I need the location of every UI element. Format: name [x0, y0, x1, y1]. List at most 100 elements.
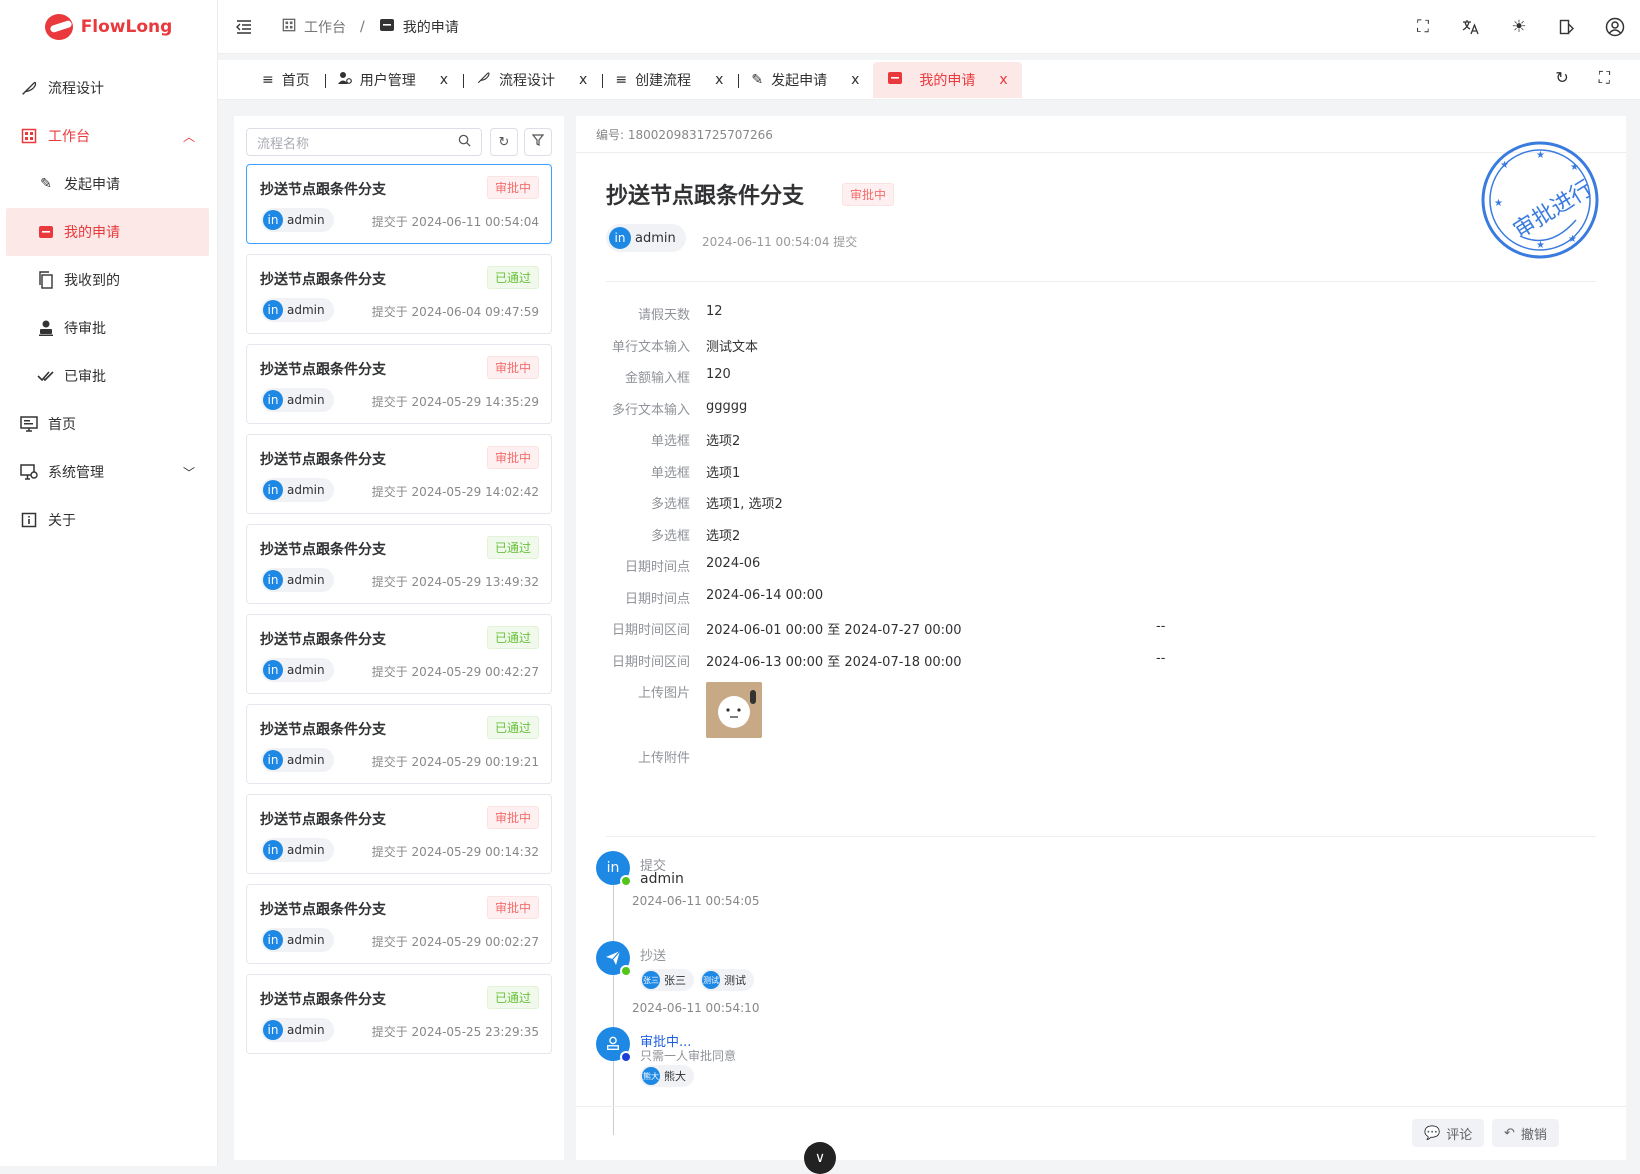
close-icon[interactable]: x: [579, 72, 587, 88]
fullscreen-icon[interactable]: ⛶: [1412, 16, 1434, 38]
breadcrumb-current: 我的申请: [402, 19, 459, 36]
close-icon[interactable]: x: [440, 72, 448, 88]
sidebar-item-my-apply[interactable]: 我的申请: [6, 208, 209, 256]
svg-text:★: ★: [1568, 234, 1577, 245]
user-name: admin: [287, 573, 325, 587]
avatar: in: [263, 570, 283, 590]
tab-create-flow[interactable]: ≡ 创建流程 x: [601, 62, 740, 98]
search-icon[interactable]: [458, 134, 471, 151]
collapse-menu-icon[interactable]: [234, 17, 254, 37]
clock-badge-icon: [620, 1051, 632, 1063]
avatar: in: [263, 300, 283, 320]
list-item-title: 抄送节点跟条件分支: [260, 182, 386, 198]
timeline-line: [613, 885, 614, 1135]
form-field-row: 日期时间点 2024-06-14 00:00: [606, 588, 1506, 621]
close-icon[interactable]: x: [715, 72, 723, 88]
submit-time: 提交于 2024-06-11 00:54:04: [371, 215, 539, 229]
list-item[interactable]: 抄送节点跟条件分支 审批中 in admin 提交于 2024-05-29 14:35:…: [246, 344, 552, 424]
refresh-icon[interactable]: ↻: [1555, 68, 1568, 88]
sidebar-item-start-apply[interactable]: ✎ 发起申请: [0, 160, 217, 208]
submit-time: 提交于 2024-06-04 09:47:59: [371, 305, 539, 319]
logo[interactable]: FlowLong: [0, 0, 217, 54]
sidebar-item-label: 已审批: [64, 369, 106, 385]
close-icon[interactable]: x: [999, 72, 1007, 88]
uploaded-image[interactable]: [706, 682, 762, 738]
user-chip: in admin: [261, 298, 334, 322]
chip-name: 熊大: [664, 1070, 686, 1083]
node-title: 抄送: [640, 949, 667, 964]
user-chip: in admin: [261, 838, 334, 862]
apply-list-panel: 流程名称 ↻ 抄送节点跟条件分支 审批中 in admin 提交于 2024-06-11…: [234, 116, 564, 1160]
field-label: 单行文本输入: [611, 339, 690, 355]
list-item[interactable]: 抄送节点跟条件分支 已通过 in admin 提交于 2024-05-29 00:19:…: [246, 704, 552, 784]
field-label: 上传附件: [637, 751, 690, 766]
avatar: in: [596, 851, 632, 887]
list-item-title: 抄送节点跟条件分支: [260, 362, 386, 378]
list-item[interactable]: 抄送节点跟条件分支 审批中 in admin 提交于 2024-05-29 14:02:…: [246, 434, 552, 514]
field-label: 日期时间区间: [611, 623, 690, 638]
breadcrumb-parent[interactable]: 工作台: [304, 17, 346, 37]
field-value: 选项1: [706, 465, 741, 481]
filter-button[interactable]: [524, 128, 552, 156]
avatar: in: [263, 840, 283, 860]
tab-user-management[interactable]: 用户管理 x: [324, 62, 465, 98]
svg-text:★: ★: [1536, 240, 1545, 251]
user-avatar-icon[interactable]: [1604, 16, 1626, 38]
form-field-row: 多选框 选项1, 选项2: [606, 493, 1506, 526]
list-item[interactable]: 抄送节点跟条件分支 已通过 in admin 提交于 2024-05-29 13:49:…: [246, 524, 552, 604]
user-chip: in admin: [261, 1018, 334, 1042]
user-chip: in admin: [261, 208, 334, 232]
top-header: 工作台 / 我的申请 ⛶ ☀: [218, 0, 1640, 54]
theme-icon[interactable]: [1556, 16, 1578, 38]
field-value: 测试文本: [706, 339, 759, 355]
field-value: 选项1, 选项2: [706, 497, 783, 512]
list-item[interactable]: 抄送节点跟条件分支 已通过 in admin 提交于 2024-05-25 23:29:…: [246, 974, 552, 1054]
revoke-button[interactable]: ↶ 撤销: [1492, 1119, 1559, 1147]
user-name: admin: [287, 303, 325, 317]
close-icon[interactable]: x: [851, 72, 859, 88]
search-input[interactable]: 流程名称: [246, 128, 482, 156]
tab-start-apply[interactable]: ✎ 发起申请 x: [737, 62, 873, 98]
status-badge: 已通过: [486, 626, 539, 649]
refresh-button[interactable]: ↻: [490, 128, 518, 156]
sidebar-item-approved[interactable]: 已审批: [0, 352, 217, 400]
status-badge: 已通过: [486, 536, 539, 559]
sun-icon[interactable]: ☀: [1508, 16, 1530, 38]
chevron-down-icon: ∨: [814, 1150, 826, 1166]
form-field-row: 单行文本输入 测试文本: [606, 336, 1506, 369]
tab-flow-design[interactable]: 流程设计 x: [462, 62, 604, 98]
tab-home[interactable]: ≡ 首页: [248, 62, 326, 98]
sidebar-item-pending[interactable]: 待审批: [0, 304, 217, 352]
avatar: in: [263, 660, 283, 680]
status-badge: 已通过: [486, 266, 539, 289]
form-field-row: 上传附件: [606, 747, 1506, 780]
submit-time: 提交于 2024-05-29 13:49:32: [371, 575, 539, 589]
send-icon: [596, 941, 632, 977]
field-label: 单选框: [650, 434, 690, 449]
sidebar-item-system[interactable]: 系统管理 ﹀: [0, 448, 217, 496]
fullscreen-icon[interactable]: ⛶: [1599, 68, 1610, 88]
sidebar-item-home[interactable]: 首页: [0, 400, 217, 448]
sidebar-item-workbench[interactable]: 工作台 ︿: [0, 112, 217, 160]
list-item[interactable]: 抄送节点跟条件分支 审批中 in admin 提交于 2024-05-29 00:02:…: [246, 884, 552, 964]
sidebar-item-label: 系统管理: [48, 465, 104, 481]
list-item[interactable]: 抄送节点跟条件分支 已通过 in admin 提交于 2024-05-29 00:42:…: [246, 614, 552, 694]
list-item[interactable]: 抄送节点跟条件分支 已通过 in admin 提交于 2024-06-04 09:47:…: [246, 254, 552, 334]
list-item-title: 抄送节点跟条件分支: [260, 272, 386, 288]
tab-my-apply[interactable]: 我的申请 x: [873, 61, 1022, 98]
apply-number: 编号: 1800209831725707266: [596, 126, 773, 143]
avatar-text: in: [606, 860, 620, 876]
sidebar-item-about[interactable]: 关于: [0, 496, 217, 544]
tab-label: 创建流程: [635, 72, 692, 89]
user-chip: in admin: [261, 388, 334, 412]
approval-stamp: ★ ★ ★ ★ ★ ★ 审批进行: [1481, 141, 1599, 259]
translate-icon[interactable]: [1460, 16, 1482, 38]
list-item[interactable]: 抄送节点跟条件分支 审批中 in admin 提交于 2024-05-29 00:14:…: [246, 794, 552, 874]
comment-button[interactable]: 💬 评论: [1412, 1119, 1485, 1147]
user-chip: in admin: [261, 568, 334, 592]
field-label: 日期时间点: [624, 560, 690, 575]
sidebar-item-received[interactable]: 我收到的: [0, 256, 217, 304]
scroll-down-button[interactable]: ∨: [804, 1142, 836, 1174]
sidebar-item-flow-design[interactable]: 流程设计: [0, 64, 217, 112]
list-item[interactable]: 抄送节点跟条件分支 审批中 in admin 提交于 2024-06-11 00:54:…: [246, 164, 552, 244]
